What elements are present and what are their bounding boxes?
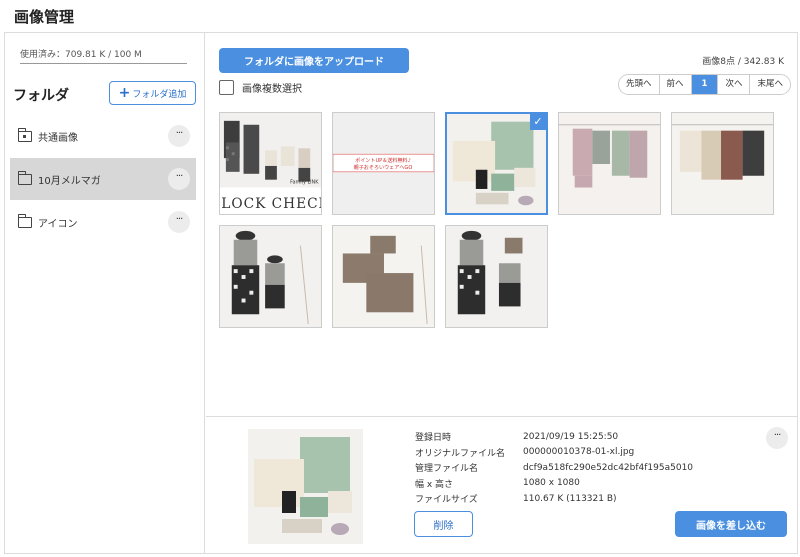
add-folder-button[interactable]: + フォルダ追加 <box>109 81 196 105</box>
folder-heading: フォルダ <box>13 88 69 104</box>
sidebar: 使用済み：709.81 K / 100 M フォルダ + フォルダ追加 共通画像… <box>5 33 205 553</box>
insert-image-button[interactable]: 画像を差し込む <box>675 511 787 537</box>
pager-first[interactable]: 先頭へ <box>619 75 660 94</box>
thumb-hanger-dresses[interactable] <box>558 112 661 215</box>
image-count-info: 画像8点 / 342.83 K <box>702 57 784 67</box>
folder-lock-icon <box>18 127 32 142</box>
meta-row-filesize: ファイルサイズ 110.67 K (113321 B) <box>415 493 617 506</box>
detail-more-button[interactable]: ··· <box>766 427 788 449</box>
selected-image-preview <box>248 429 363 544</box>
thumb-caption-top: Family LINK <box>290 180 319 186</box>
banner-text-top: ポイントUP＆送料無料♪ <box>355 157 411 164</box>
meta-row-registered: 登録日時 2021/09/19 15:25:50 <box>415 431 619 444</box>
folder-label: 10月メルマガ <box>38 175 101 187</box>
pager-current[interactable]: 1 <box>691 75 719 94</box>
image-metadata: 登録日時 2021/09/19 15:25:50 オリジナルファイル名 000000… <box>415 429 693 507</box>
thumb-hanger-knits-image <box>672 113 773 214</box>
folder-item-icons[interactable]: アイコン ··· <box>10 201 196 243</box>
multi-select-checkbox[interactable] <box>219 80 234 95</box>
plus-icon: + <box>118 85 131 101</box>
thumb-hanger-dresses-image <box>559 113 660 214</box>
pager-next[interactable]: 次へ <box>718 75 751 94</box>
pager-prev[interactable]: 前へ <box>659 75 692 94</box>
thumb-check-skirt-image <box>220 226 321 327</box>
multi-select-toggle[interactable]: 画像複数選択 <box>219 80 302 95</box>
image-detail-panel: 登録日時 2021/09/19 15:25:50 オリジナルファイル名 000000… <box>206 416 798 553</box>
folder-icon <box>18 170 32 185</box>
thumb-brown-sweat-image <box>333 226 434 327</box>
folder-more-button[interactable]: ··· <box>168 168 190 190</box>
storage-usage: 使用済み：709.81 K / 100 M <box>20 50 142 60</box>
folder-label: アイコン <box>38 218 78 230</box>
meta-row-managed-filename: 管理ファイル名 dcf9a518fc290e52dc42bf4f195a5010 <box>415 462 694 475</box>
folder-item-shared[interactable]: 共通画像 ··· <box>10 115 196 157</box>
thumb-block-check[interactable]: Family LINK BLOCK CHECK <box>219 112 322 215</box>
folder-label: 共通画像 <box>38 132 78 144</box>
pager-last[interactable]: 末尾へ <box>750 75 790 94</box>
thumb-banner-image: ポイントUP＆送料無料♪ 親子おそろいウェアへGO <box>333 113 434 214</box>
selected-check-icon: ✓ <box>530 114 546 130</box>
page-title: 画像管理 <box>14 8 75 26</box>
thumb-brown-sweat[interactable] <box>332 225 435 328</box>
folder-item-october-newsletter[interactable]: 10月メルマガ ··· <box>10 158 196 200</box>
multi-select-label: 画像複数選択 <box>242 84 302 95</box>
upload-button[interactable]: フォルダに画像をアップロード <box>219 48 409 73</box>
preview-image <box>248 429 363 544</box>
thumb-check-skirt[interactable] <box>219 225 322 328</box>
image-manager-frame: 使用済み：709.81 K / 100 M フォルダ + フォルダ追加 共通画像… <box>4 32 798 554</box>
thumb-caption-bottom: BLOCK CHECK <box>220 196 321 212</box>
thumb-knit-set[interactable]: ✓ <box>445 112 548 215</box>
folder-more-button[interactable]: ··· <box>168 125 190 147</box>
title-bar: 画像管理 <box>0 0 800 32</box>
add-folder-label: フォルダ追加 <box>132 89 187 100</box>
main-panel: フォルダに画像をアップロード 画像8点 / 342.83 K 画像複数選択 先頭… <box>206 33 798 553</box>
thumb-block-check-image: Family LINK BLOCK CHECK <box>220 113 321 214</box>
thumb-check-skirt-2-image <box>446 226 547 327</box>
meta-row-dimensions: 幅 x 高さ 1080 x 1080 <box>415 478 580 490</box>
thumb-banner[interactable]: ポイントUP＆送料無料♪ 親子おそろいウェアへGO <box>332 112 435 215</box>
folder-icon <box>18 213 32 228</box>
banner-text-bottom: 親子おそろいウェアへGO <box>354 164 413 171</box>
usage-bar <box>20 63 187 64</box>
thumb-check-skirt-2[interactable] <box>445 225 548 328</box>
folder-more-button[interactable]: ··· <box>168 211 190 233</box>
meta-row-original-filename: オリジナルファイル名 000000010378-01-xl.jpg <box>415 447 635 459</box>
pagination: 先頭へ 前へ 1 次へ 末尾へ <box>618 74 791 95</box>
delete-button[interactable]: 削除 <box>414 511 473 537</box>
thumb-hanger-knits[interactable] <box>671 112 774 215</box>
